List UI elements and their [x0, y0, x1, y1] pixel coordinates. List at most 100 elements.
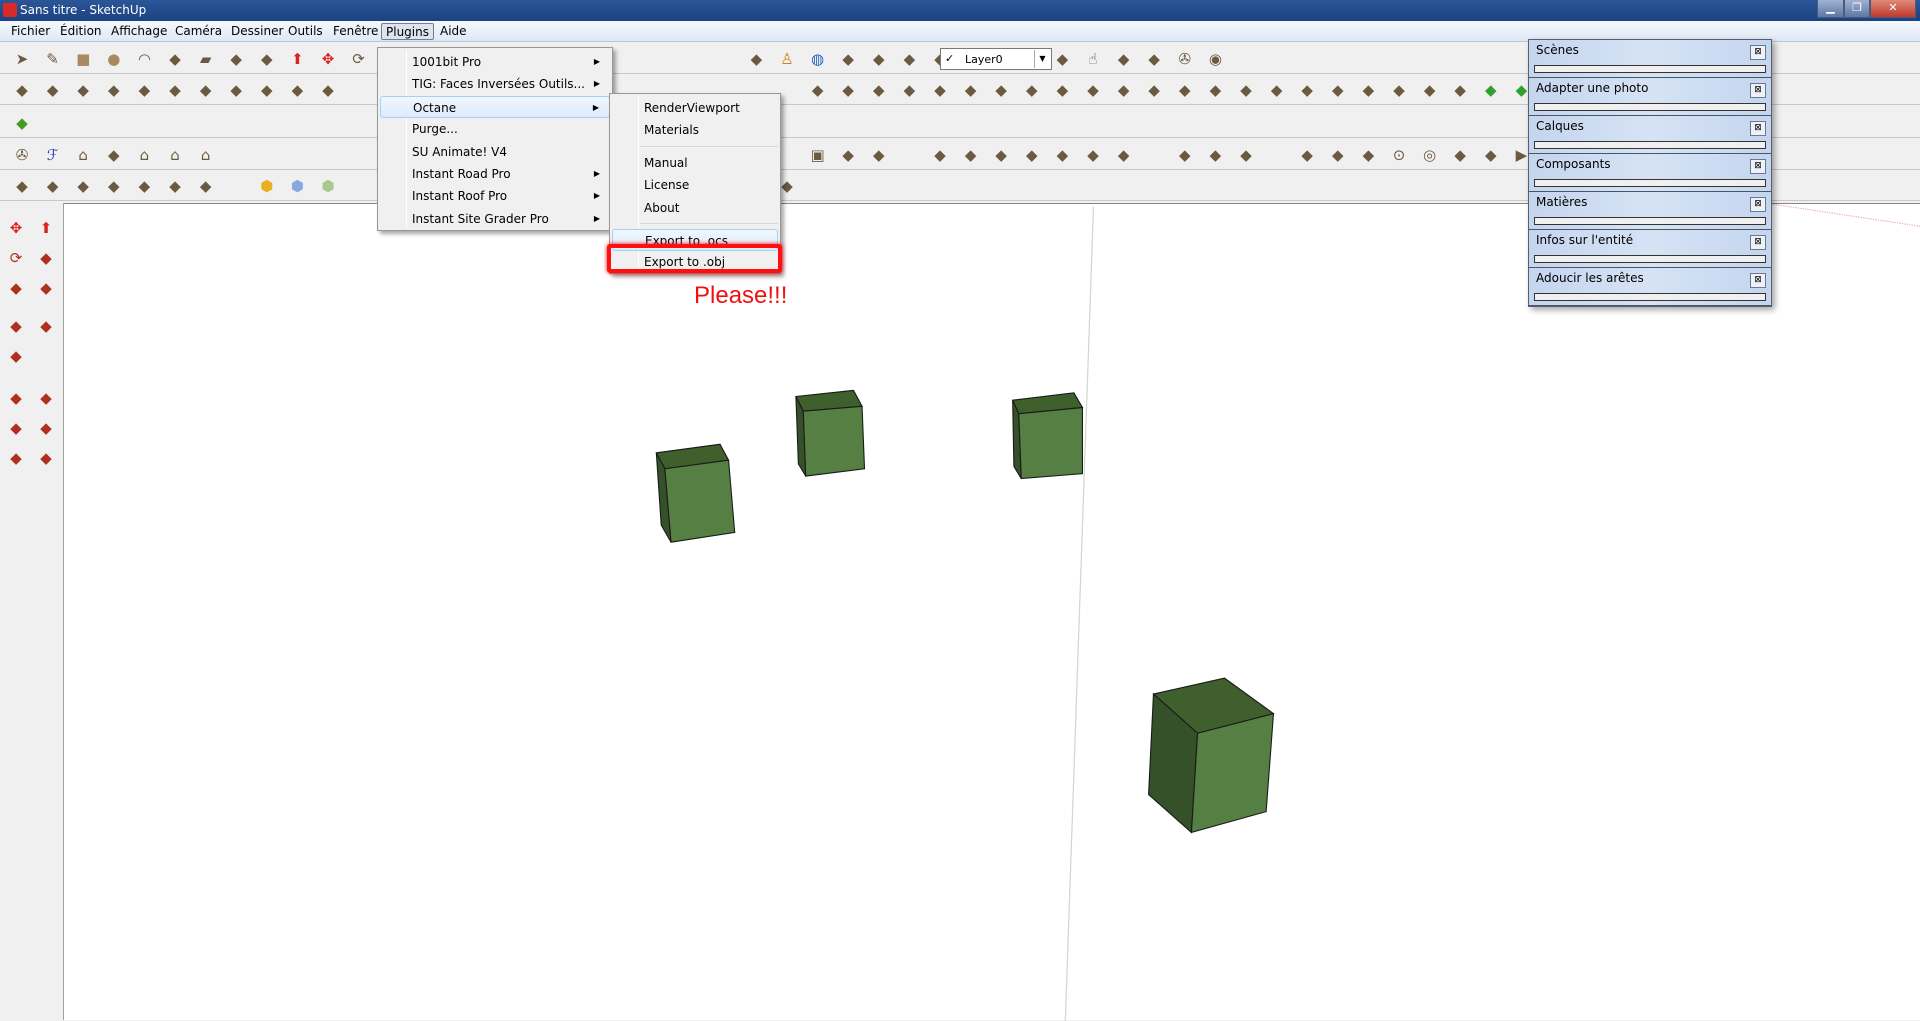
- axes-tool-icon[interactable]: ◆: [4, 387, 28, 409]
- close-icon[interactable]: ⊠: [1750, 197, 1766, 212]
- steps-icon[interactable]: ◆: [1142, 79, 1166, 101]
- eraser-icon[interactable]: ▰: [194, 48, 218, 70]
- frame-icon[interactable]: ◆: [1203, 79, 1227, 101]
- box-stripes-icon[interactable]: ◆: [836, 144, 860, 166]
- paint-bucket-icon[interactable]: ◆: [255, 48, 279, 70]
- layer-dropdown[interactable]: ✓ Layer0 ▼: [940, 48, 1052, 70]
- cube[interactable]: [1148, 677, 1275, 834]
- menu-édition[interactable]: Édition: [56, 23, 106, 40]
- close-button[interactable]: ✕: [1870, 0, 1916, 18]
- menu-fenêtre[interactable]: Fenêtre: [329, 23, 382, 40]
- maximize-button[interactable]: ❐: [1844, 0, 1870, 18]
- push-pull-f-icon[interactable]: ◆: [1112, 144, 1136, 166]
- menu-affichage[interactable]: Affichage: [107, 23, 171, 40]
- section-icon[interactable]: ◆: [41, 79, 65, 101]
- section-view-icon[interactable]: ◆: [4, 345, 28, 367]
- push-pull-r-icon[interactable]: ◆: [989, 144, 1013, 166]
- house-3-icon[interactable]: ⌂: [163, 144, 187, 166]
- share-model-icon[interactable]: ◆: [897, 48, 921, 70]
- hand-glove-icon[interactable]: ◆: [897, 79, 921, 101]
- texture-5-icon[interactable]: ◆: [132, 175, 156, 197]
- circle-center-icon[interactable]: ⊙: [1387, 144, 1411, 166]
- scale-icon[interactable]: ◆: [4, 277, 28, 299]
- texture-2-icon[interactable]: ◆: [41, 175, 65, 197]
- offset-icon[interactable]: ◆: [34, 277, 58, 299]
- eraser-outline-icon[interactable]: ◆: [163, 48, 187, 70]
- menu-item-su-animate-v4[interactable]: SU Animate! V4: [380, 141, 610, 163]
- wall-icon[interactable]: ◆: [959, 79, 983, 101]
- house-icon[interactable]: ⌂: [71, 144, 95, 166]
- close-icon[interactable]: ⊠: [1750, 45, 1766, 60]
- panel-adoucir-les-ar-tes[interactable]: Adoucir les arêtes ⊠: [1529, 268, 1771, 306]
- viewport[interactable]: [64, 203, 1920, 1021]
- cube[interactable]: [655, 443, 736, 543]
- close-icon[interactable]: ⊠: [1750, 121, 1766, 136]
- cube[interactable]: [1011, 392, 1084, 480]
- bezier-icon[interactable]: ◆: [1326, 144, 1350, 166]
- arch-icon[interactable]: ◆: [1234, 79, 1258, 101]
- panel-composants[interactable]: Composants ⊠: [1529, 154, 1771, 192]
- intersect-icon[interactable]: ◆: [224, 79, 248, 101]
- sandbox-grid-icon[interactable]: ◆: [10, 112, 34, 134]
- axes-icon[interactable]: ◆: [10, 79, 34, 101]
- menu-item-instant-site-grader-pro[interactable]: Instant Site Grader Pro ▶: [380, 208, 610, 230]
- shell-icon[interactable]: ◆: [1173, 144, 1197, 166]
- warehouse-model-icon[interactable]: ◆: [744, 48, 768, 70]
- person-icon[interactable]: ♙: [775, 48, 799, 70]
- menu-item-materials[interactable]: Materials: [612, 119, 778, 141]
- menu-fichier[interactable]: Fichier: [7, 23, 54, 40]
- pin-icon[interactable]: ◆: [1295, 144, 1319, 166]
- texture-4-icon[interactable]: ◆: [102, 175, 126, 197]
- menu-item-manual[interactable]: Manual: [612, 152, 778, 174]
- cube-yellow-icon[interactable]: ⬢: [255, 175, 279, 197]
- menu-plugins[interactable]: Plugins: [381, 23, 434, 40]
- chevron-down-icon[interactable]: ▼: [1034, 50, 1050, 68]
- 3d-text-icon[interactable]: ◆: [4, 447, 28, 469]
- section-plane-icon[interactable]: ◆: [34, 315, 58, 337]
- download-model-icon[interactable]: ◆: [836, 48, 860, 70]
- close-icon[interactable]: ⊠: [1750, 273, 1766, 288]
- grid-icon[interactable]: ◆: [1265, 79, 1289, 101]
- hatch-icon[interactable]: ◆: [1326, 79, 1350, 101]
- select-icon[interactable]: ➤: [10, 48, 34, 70]
- terrain-icon[interactable]: ◆: [1479, 79, 1503, 101]
- circle-icon[interactable]: ●: [102, 48, 126, 70]
- stairs-icon[interactable]: ◆: [928, 79, 952, 101]
- texture-6-icon[interactable]: ◆: [163, 175, 187, 197]
- texture-3-icon[interactable]: ◆: [71, 175, 95, 197]
- menu-item-renderviewport[interactable]: RenderViewport: [612, 97, 778, 119]
- pencil-icon[interactable]: ✎: [41, 48, 65, 70]
- menu-item-instant-road-pro[interactable]: Instant Road Pro ▶: [380, 163, 610, 185]
- rotate-icon[interactable]: ⟳: [347, 48, 371, 70]
- component-box-icon[interactable]: ◆: [1112, 48, 1136, 70]
- box-icon[interactable]: ▣: [806, 144, 830, 166]
- menu-dessiner[interactable]: Dessiner: [227, 23, 287, 40]
- protractor-icon[interactable]: ◆: [34, 417, 58, 439]
- panel-calques[interactable]: Calques ⊠: [1529, 116, 1771, 154]
- spline-2-icon[interactable]: ◆: [1479, 144, 1503, 166]
- ramp-icon[interactable]: ◆: [1173, 79, 1197, 101]
- house-4-icon[interactable]: ⌂: [194, 144, 218, 166]
- push-pull-j-icon[interactable]: ◆: [959, 144, 983, 166]
- panel-infos-sur-l-entit-[interactable]: Infos sur l'entité ⊠: [1529, 230, 1771, 268]
- bezier-2-icon[interactable]: ◆: [1356, 144, 1380, 166]
- octane-icon[interactable]: ✇: [10, 144, 34, 166]
- rectangle-icon[interactable]: ■: [71, 48, 95, 70]
- push-pull-x-icon[interactable]: ◆: [1081, 144, 1105, 166]
- faces-icon[interactable]: ◆: [285, 79, 309, 101]
- roof-icon[interactable]: ◆: [806, 79, 830, 101]
- minimize-button[interactable]: ▁: [1817, 0, 1844, 18]
- lattice-icon[interactable]: ◆: [1356, 79, 1380, 101]
- cube-blue-icon[interactable]: ⬢: [285, 175, 309, 197]
- pendulum-icon[interactable]: ◆: [1203, 144, 1227, 166]
- push-pull-v-icon[interactable]: ◆: [1020, 144, 1044, 166]
- octane-icon[interactable]: ✇: [1173, 48, 1197, 70]
- push-pull-n-icon[interactable]: ◆: [1050, 144, 1074, 166]
- octagon-icon[interactable]: ◆: [255, 79, 279, 101]
- spline-icon[interactable]: ◆: [1448, 144, 1472, 166]
- menu-item-instant-roof-pro[interactable]: Instant Roof Pro ▶: [380, 185, 610, 207]
- wheel-icon[interactable]: ◉: [1203, 48, 1227, 70]
- google-earth-icon[interactable]: ◍: [806, 48, 830, 70]
- menu-caméra[interactable]: Caméra: [171, 23, 226, 40]
- arc-icon[interactable]: ◠: [132, 48, 156, 70]
